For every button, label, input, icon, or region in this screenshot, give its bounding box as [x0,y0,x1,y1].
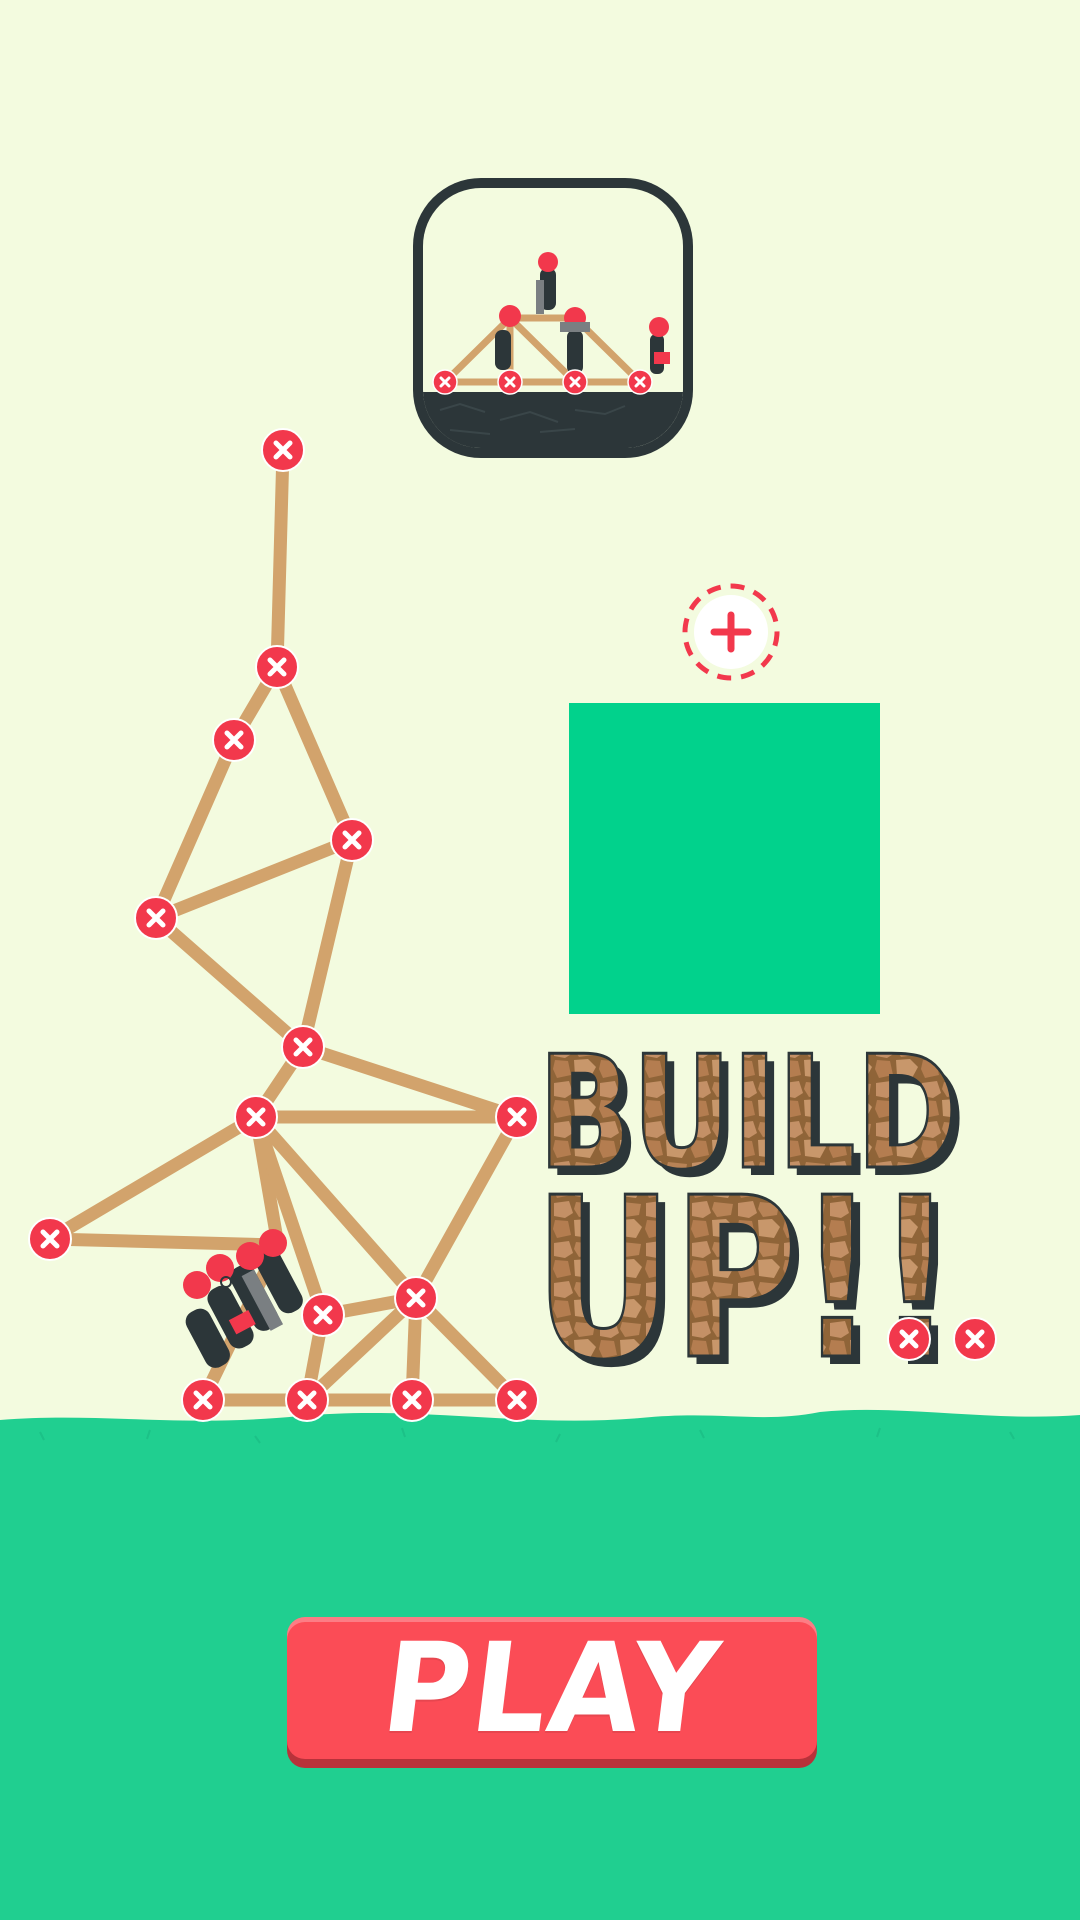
joint-close-icon [331,819,373,861]
joint-close-icon [235,1096,277,1138]
play-button-label: PLAY [375,1615,729,1761]
title-joint-close-icon [954,1318,996,1360]
joint-close-icon [135,897,177,939]
joint-close-icon [496,1096,538,1138]
joint-close-icon [391,1379,433,1421]
app-icon [413,178,693,458]
joint-close-icon [496,1379,538,1421]
joint-close-icon [262,429,304,471]
play-button[interactable]: PLAY [287,1615,817,1761]
joint-close-icon [286,1379,328,1421]
title-joint-close-icon [888,1318,930,1360]
joint-close-icon [182,1379,224,1421]
joint-close-icon [256,646,298,688]
workers-group [183,1229,303,1368]
title-line-2: UP!! [534,1151,954,1409]
joint-close-icon [282,1026,324,1068]
joint-close-icon [302,1294,344,1336]
joint-close-icon [213,719,255,761]
green-block [569,703,880,1014]
joint-close-icon [29,1218,71,1260]
tower-structure [43,443,524,1407]
joint-close-icon [395,1277,437,1319]
add-node-marker[interactable] [682,583,780,681]
